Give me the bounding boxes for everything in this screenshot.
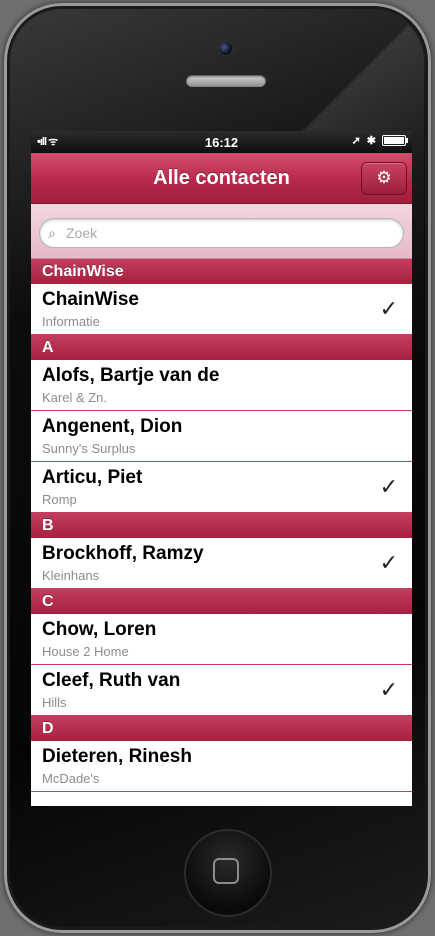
contact-company: Romp bbox=[42, 492, 77, 507]
nav-bar: Alle contacten ⚙ bbox=[31, 153, 412, 204]
status-right: ➚ ✱ bbox=[351, 134, 408, 147]
search-bar: ⌕ Zoek bbox=[31, 204, 412, 259]
contact-name: Alofs, Bartje van de bbox=[42, 365, 220, 386]
checkmark-icon: ✓ bbox=[379, 677, 398, 702]
checkmark-icon: ✓ bbox=[379, 550, 398, 575]
camera-icon bbox=[218, 41, 233, 56]
home-button[interactable] bbox=[184, 829, 272, 917]
contact-name: Articu, Piet bbox=[42, 467, 143, 488]
search-placeholder: Zoek bbox=[66, 225, 98, 241]
contact-row[interactable]: Articu, Piet Romp ✓ bbox=[31, 462, 412, 513]
contact-list: ChainWise ChainWise Informatie ✓ A Alofs, Bar… bbox=[31, 259, 412, 792]
speaker-grille bbox=[185, 74, 267, 88]
section-header: ChainWise bbox=[31, 259, 412, 284]
contact-company: House 2 Home bbox=[42, 644, 129, 659]
contact-company: McDade's bbox=[42, 771, 100, 786]
contact-row[interactable]: ChainWise Informatie ✓ bbox=[31, 284, 412, 335]
contact-company: Karel & Zn. bbox=[42, 390, 108, 405]
page-title: Alle contacten bbox=[153, 167, 290, 189]
contact-name: Dieteren, Rinesh bbox=[42, 746, 192, 767]
contact-name: Cleef, Ruth van bbox=[42, 670, 181, 691]
location-icon: ➚ bbox=[351, 135, 361, 147]
contact-name: Angenent, Dion bbox=[42, 416, 183, 437]
contact-row[interactable]: Cleef, Ruth van Hills ✓ bbox=[31, 665, 412, 716]
contact-row[interactable]: Alofs, Bartje van de Karel & Zn. bbox=[31, 360, 412, 411]
checkmark-icon: ✓ bbox=[379, 474, 398, 499]
contact-name: Chow, Loren bbox=[42, 619, 157, 640]
contact-row[interactable]: Dieteren, Rinesh McDade's bbox=[31, 741, 412, 792]
contact-company: Sunny's Surplus bbox=[42, 441, 136, 456]
search-input[interactable]: ⌕ Zoek bbox=[39, 218, 404, 248]
contact-name: ChainWise bbox=[42, 289, 139, 310]
section-header: C bbox=[31, 589, 412, 614]
contact-company: Informatie bbox=[42, 314, 100, 329]
checkmark-icon: ✓ bbox=[379, 296, 398, 321]
bluetooth-icon: ✱ bbox=[366, 135, 376, 147]
contact-row[interactable]: Angenent, Dion Sunny's Surplus bbox=[31, 411, 412, 462]
contact-company: Hills bbox=[42, 695, 67, 710]
section-header: D bbox=[31, 716, 412, 741]
search-icon: ⌕ bbox=[48, 224, 56, 241]
screen: •ıll ᯤ 16:12 ➚ ✱ Alle contacten ⚙ ⌕ Zoek… bbox=[31, 131, 412, 806]
battery-icon bbox=[382, 135, 408, 146]
section-header: A bbox=[31, 335, 412, 360]
contact-row[interactable]: Chow, Loren House 2 Home bbox=[31, 614, 412, 665]
status-bar: •ıll ᯤ 16:12 ➚ ✱ bbox=[31, 131, 412, 153]
contact-name: Brockhoff, Ramzy bbox=[42, 543, 204, 564]
contact-company: Kleinhans bbox=[42, 568, 100, 583]
section-header: B bbox=[31, 513, 412, 538]
settings-button[interactable]: ⚙ bbox=[361, 162, 407, 195]
home-square-icon bbox=[213, 858, 239, 884]
gear-icon: ⚙ bbox=[376, 168, 392, 187]
contact-row[interactable]: Brockhoff, Ramzy Kleinhans ✓ bbox=[31, 538, 412, 589]
